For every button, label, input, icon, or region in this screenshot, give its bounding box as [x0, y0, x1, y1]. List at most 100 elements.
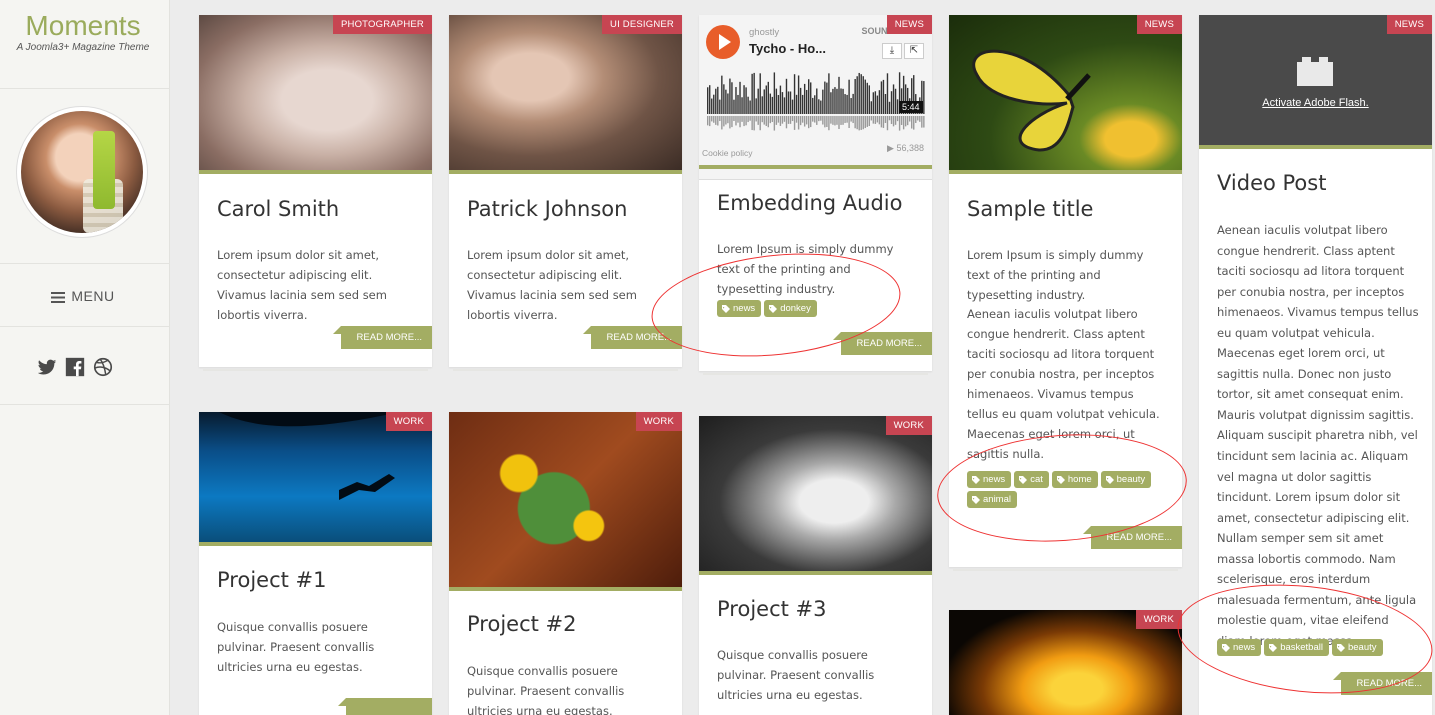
- waveform-bar: [838, 76, 840, 114]
- play-button[interactable]: [706, 25, 740, 59]
- player-track-title[interactable]: Tycho - Ho...: [749, 41, 826, 56]
- waveform-bar: [767, 81, 769, 114]
- player-artist[interactable]: ghostly: [749, 27, 779, 38]
- waveform-bar-reflection: [906, 116, 909, 126]
- post-card-project-1[interactable]: WORK Project #1 Quisque convallis posuer…: [199, 412, 432, 715]
- dribbble-icon[interactable]: [92, 356, 114, 378]
- category-badge[interactable]: WORK: [385, 412, 432, 431]
- waveform-bar-reflection: [783, 116, 786, 122]
- divider: [0, 404, 170, 405]
- post-title[interactable]: Sample title: [967, 197, 1093, 221]
- post-image[interactable]: [449, 412, 682, 587]
- waveform-bar-reflection: [709, 116, 711, 127]
- category-badge[interactable]: WORK: [1135, 610, 1182, 629]
- waveform-bar-reflection: [765, 116, 767, 126]
- waveform-bar: [725, 89, 727, 114]
- post-title[interactable]: Carol Smith: [217, 197, 339, 221]
- post-title[interactable]: Embedding Audio: [717, 191, 902, 215]
- waveform-bar-reflection: [923, 116, 925, 128]
- post-image[interactable]: [699, 416, 932, 571]
- card-stack-edge: [703, 373, 928, 375]
- waveform-bar-reflection: [900, 116, 903, 125]
- cookie-policy-link[interactable]: Cookie policy: [702, 148, 753, 158]
- category-badge[interactable]: WORK: [635, 412, 682, 431]
- waveform-bar: [884, 93, 887, 114]
- category-badge[interactable]: NEWS: [1136, 15, 1182, 34]
- read-more-button[interactable]: [338, 698, 432, 715]
- waveform-bar: [799, 87, 802, 114]
- waveform-bar: [757, 88, 759, 114]
- avatar-photo: [21, 111, 143, 233]
- post-title[interactable]: Video Post: [1217, 171, 1326, 195]
- post-card-work-flower[interactable]: WORK: [949, 610, 1182, 715]
- post-title[interactable]: Project #3: [717, 597, 826, 621]
- waveform-bar-reflection: [771, 116, 774, 122]
- waveform-bar: [775, 88, 778, 114]
- activate-flash-link[interactable]: Activate Adobe Flash.: [1199, 97, 1432, 109]
- read-more-button[interactable]: READ MORE...: [332, 326, 432, 349]
- waveform-bar: [735, 87, 737, 114]
- post-card-carol-smith[interactable]: PHOTOGRAPHER Carol Smith Lorem ipsum dol…: [199, 15, 432, 367]
- waveform-bar-reflection: [729, 116, 731, 129]
- site-logo-text[interactable]: Moments: [0, 10, 166, 42]
- waveform-bar-reflection: [711, 116, 713, 122]
- post-image[interactable]: [199, 15, 432, 170]
- category-badge[interactable]: NEWS: [1386, 15, 1432, 34]
- post-image[interactable]: [449, 15, 682, 170]
- sidebar: Moments A Joomla3+ Magazine Theme MENU: [0, 0, 170, 715]
- waveform-bar-reflection: [868, 116, 870, 127]
- share-icon[interactable]: ⇱: [904, 43, 924, 59]
- waveform-bar-reflection: [810, 116, 812, 128]
- post-card-patrick-johnson[interactable]: UI DESIGNER Patrick Johnson Lorem ipsum …: [449, 15, 682, 367]
- flash-video-placeholder[interactable]: Activate Adobe Flash.: [1199, 15, 1432, 145]
- post-card-project-3[interactable]: WORK Project #3 Quisque convallis posuer…: [699, 416, 932, 715]
- waveform-bar: [878, 90, 881, 114]
- soundcloud-player[interactable]: ghostly Tycho - Ho... SOUNDCLOUD ⤓⇱ 5:44…: [699, 15, 932, 180]
- post-image[interactable]: [949, 15, 1182, 170]
- waveform-bar-reflection: [902, 116, 905, 130]
- waveform-bar: [777, 95, 780, 114]
- waveform-bar: [888, 101, 891, 114]
- accent-bar: [449, 587, 682, 591]
- waveform-bar-reflection: [888, 116, 891, 121]
- waveform-bar: [755, 98, 757, 114]
- waveform-bar-reflection: [801, 116, 804, 123]
- waveform-bar-reflection: [755, 116, 757, 122]
- waveform-bar-reflection: [717, 116, 719, 126]
- waveform-bar-reflection: [880, 116, 883, 128]
- waveform-bar-reflection: [749, 116, 751, 121]
- waveform-bar-reflection: [818, 116, 820, 122]
- avatar-detail: [93, 131, 115, 209]
- waveform-bar-reflection: [860, 116, 862, 130]
- category-badge[interactable]: WORK: [885, 416, 932, 435]
- brand[interactable]: Moments A Joomla3+ Magazine Theme: [0, 10, 166, 53]
- waveform-bar: [787, 91, 790, 114]
- download-icon[interactable]: ⤓: [882, 43, 902, 59]
- waveform-bar: [717, 86, 719, 114]
- menu-button[interactable]: MENU: [0, 288, 166, 304]
- post-title[interactable]: Project #2: [467, 612, 576, 636]
- post-title[interactable]: Project #1: [217, 568, 326, 592]
- post-image[interactable]: [199, 412, 432, 542]
- post-excerpt: Quisque convallis posuere pulvinar. Prae…: [717, 648, 875, 702]
- waveform-bar-reflection: [721, 116, 723, 130]
- accent-bar: [199, 542, 432, 546]
- post-card-project-2[interactable]: WORK Project #2 Quisque convallis posuer…: [449, 412, 682, 715]
- category-badge[interactable]: PHOTOGRAPHER: [333, 15, 432, 34]
- menu-label: MENU: [71, 288, 115, 304]
- waveform-bar-reflection: [915, 116, 917, 123]
- social-links: [36, 356, 114, 378]
- facebook-icon[interactable]: [64, 356, 86, 378]
- category-badge[interactable]: UI DESIGNER: [602, 15, 682, 34]
- waveform-bar-reflection: [727, 116, 729, 124]
- twitter-icon[interactable]: [36, 356, 58, 378]
- post-title[interactable]: Patrick Johnson: [467, 197, 627, 221]
- waveform-bar: [763, 89, 765, 114]
- waveform-bar-reflection: [808, 116, 810, 129]
- waveform-bar: [868, 85, 870, 114]
- audio-waveform[interactable]: [707, 72, 925, 142]
- waveform-bar-reflection: [735, 116, 737, 126]
- waveform-bar-reflection: [870, 116, 873, 121]
- category-badge[interactable]: NEWS: [886, 15, 932, 34]
- waveform-bar: [846, 94, 848, 114]
